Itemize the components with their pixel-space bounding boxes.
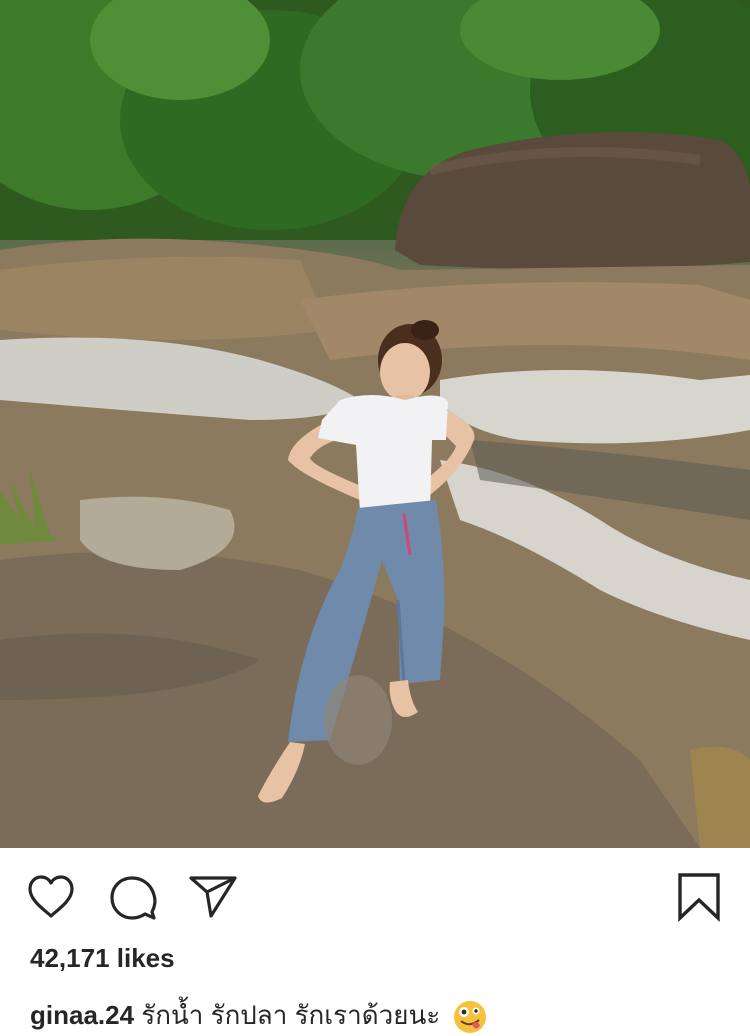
- paper-plane-icon[interactable]: [188, 874, 238, 920]
- post-action-bar: [0, 848, 750, 943]
- like-count[interactable]: 42,171 likes: [30, 943, 175, 974]
- post-caption: ginaa.24 รักน้ำ รักปลา รักเราด้วยนะ: [30, 995, 487, 1036]
- caption-text: รักน้ำ รักปลา รักเราด้วยนะ: [141, 1000, 441, 1030]
- heart-icon[interactable]: [26, 874, 76, 920]
- zany-face-emoji-icon: [454, 1001, 487, 1034]
- post-photo-art: [0, 0, 750, 848]
- bookmark-icon[interactable]: [676, 872, 722, 922]
- comment-bubble-icon[interactable]: [108, 874, 158, 922]
- post-photo[interactable]: [0, 0, 750, 848]
- username-link[interactable]: ginaa.24: [30, 1000, 134, 1030]
